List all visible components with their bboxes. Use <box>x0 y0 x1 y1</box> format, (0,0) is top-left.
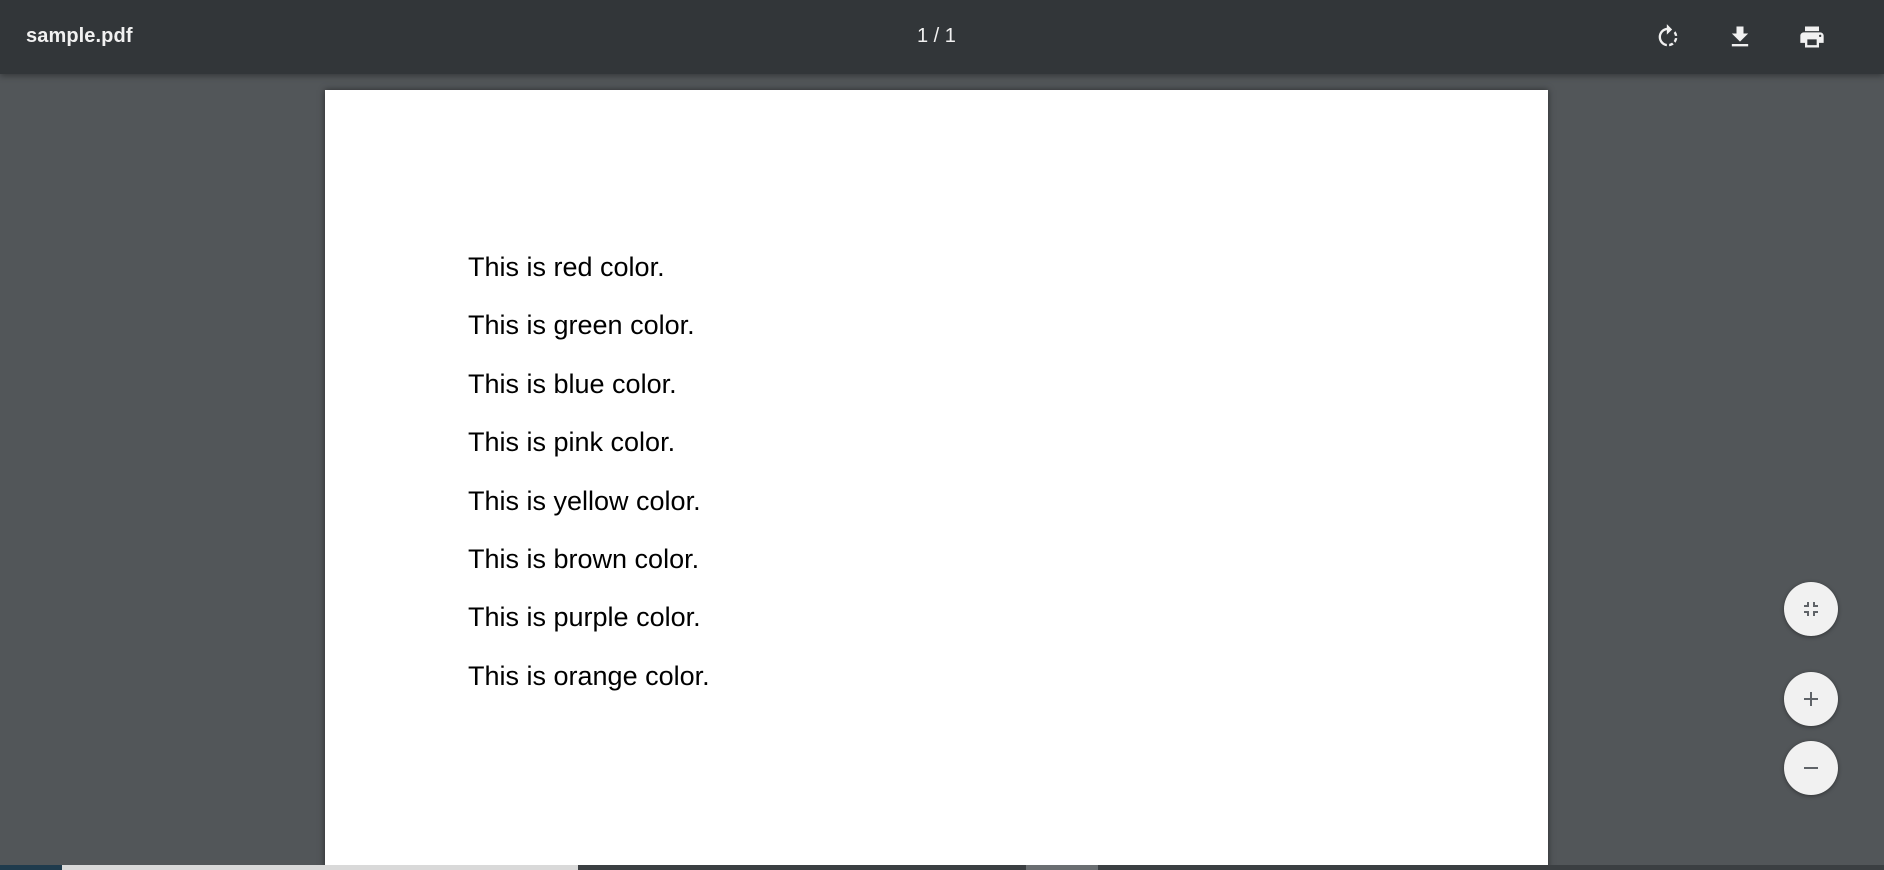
page-line-brown: This is brown color. <box>468 543 700 574</box>
rotate-icon <box>1658 24 1678 47</box>
pdf-page: This is red color. This is green color. … <box>325 90 1548 870</box>
page-line-orange: This is orange color. <box>468 660 710 691</box>
download-button[interactable] <box>1720 17 1760 57</box>
page-line-red: This is red color. <box>468 252 665 282</box>
print-icon <box>1800 26 1824 48</box>
zoom-out-button[interactable] <box>1784 741 1838 795</box>
download-icon <box>1731 26 1749 47</box>
zoom-in-button[interactable] <box>1784 672 1838 726</box>
page-line-blue: This is blue color. <box>468 368 677 399</box>
rotate-button[interactable] <box>1648 17 1688 57</box>
bottom-strip-segment <box>0 865 62 870</box>
pdf-viewer-area[interactable]: This is red color. This is green color. … <box>0 74 1884 870</box>
bottom-strip-segment <box>62 865 578 870</box>
page-line-purple: This is purple color. <box>468 602 701 633</box>
pdf-toolbar: sample.pdf 1 / 1 <box>0 0 1884 74</box>
page-line-pink: This is pink color. <box>468 427 676 458</box>
zoom-out-icon <box>1804 767 1818 769</box>
zoom-in-icon <box>1804 692 1818 706</box>
fit-to-page-icon <box>1804 602 1818 616</box>
bottom-edge-strip <box>0 865 1884 870</box>
fit-to-page-button[interactable] <box>1784 582 1838 636</box>
page-text-block: This is red color. This is green color. … <box>468 238 710 705</box>
page-line-yellow: This is yellow color. <box>468 485 701 516</box>
document-title: sample.pdf <box>26 25 133 47</box>
page-indicator: 1 / 1 <box>917 25 956 47</box>
page-line-green: This is green color. <box>468 310 695 341</box>
bottom-strip-segment <box>1026 865 1098 870</box>
print-button[interactable] <box>1792 17 1832 57</box>
